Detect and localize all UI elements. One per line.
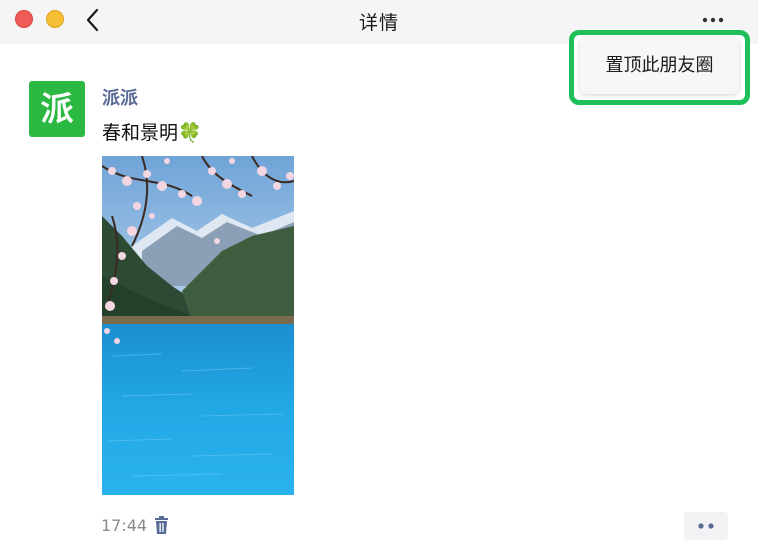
moment-detail-window: 详情 置顶此朋友圈 派 派派 春和景明🍀 17:44 bbox=[0, 0, 758, 559]
avatar[interactable]: 派 bbox=[29, 81, 85, 137]
more-dots-icon bbox=[702, 17, 724, 23]
pin-moment-menu-item[interactable]: 置顶此朋友圈 bbox=[580, 38, 739, 94]
two-dots-icon bbox=[698, 523, 714, 529]
author-name[interactable]: 派派 bbox=[102, 84, 138, 110]
like-comment-button[interactable] bbox=[684, 512, 728, 540]
trash-icon bbox=[155, 516, 168, 534]
post-text: 春和景明🍀 bbox=[102, 122, 202, 144]
more-options-button[interactable] bbox=[698, 9, 730, 31]
delete-post-button[interactable] bbox=[153, 516, 170, 535]
post-photo[interactable] bbox=[102, 156, 294, 495]
post-timestamp: 17:44 bbox=[101, 516, 148, 535]
landscape-photo-icon bbox=[102, 156, 294, 495]
context-menu: 置顶此朋友圈 bbox=[580, 38, 739, 94]
